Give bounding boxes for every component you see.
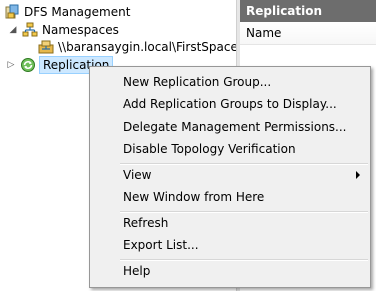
menu-item-refresh[interactable]: Refresh [92,212,368,234]
menu-item-add-replication-groups[interactable]: Add Replication Groups to Display... [92,93,368,115]
menu-item-label: Export List... [123,238,199,252]
namespaces-icon [22,22,38,37]
mmc-window: DFS Management ◢ Namespaces \\baransaygi… [0,0,376,291]
tree-item-namespaces[interactable]: ◢ Namespaces [8,21,119,39]
menu-item-label: Disable Topology Verification [123,142,296,156]
tree-item-label: Namespaces [42,23,119,37]
column-header-name[interactable]: Name [240,22,376,45]
submenu-arrow-icon [356,171,360,179]
menu-item-label: Help [123,264,151,278]
dfs-management-icon [5,4,19,19]
menu-item-view[interactable]: View [92,164,368,186]
menu-item-label: New Replication Group... [123,75,272,89]
menu-item-label: Delegate Management Permissions... [123,120,347,134]
menu-item-help[interactable]: Help [92,260,368,282]
menu-item-label: Refresh [123,216,169,230]
menu-item-label: View [123,168,152,182]
menu-item-export-list[interactable]: Export List... [92,234,368,256]
context-menu: New Replication Group... Add Replication… [89,66,371,288]
menu-item-new-replication-group[interactable]: New Replication Group... [92,71,368,93]
namespace-server-icon [38,40,54,54]
menu-item-label: New Window from Here [123,190,265,204]
replication-icon [21,58,35,72]
menu-item-label: Add Replication Groups to Display... [123,97,337,111]
tree-item-dfs-management[interactable]: DFS Management [4,3,130,21]
menu-item-delegate-permissions[interactable]: Delegate Management Permissions... [92,116,368,138]
menu-item-new-window[interactable]: New Window from Here [92,186,368,208]
expand-icon[interactable]: ▷ [6,60,16,70]
tree-item-namespace[interactable]: \\baransaygin.local\FirstSpace [38,38,238,56]
results-pane-title: Replication [240,0,376,22]
collapse-icon[interactable]: ◢ [8,25,18,35]
tree-item-label: \\baransaygin.local\FirstSpace [58,40,238,54]
tree-item-label: DFS Management [24,5,131,19]
menu-item-disable-topology-verification[interactable]: Disable Topology Verification [92,138,368,160]
